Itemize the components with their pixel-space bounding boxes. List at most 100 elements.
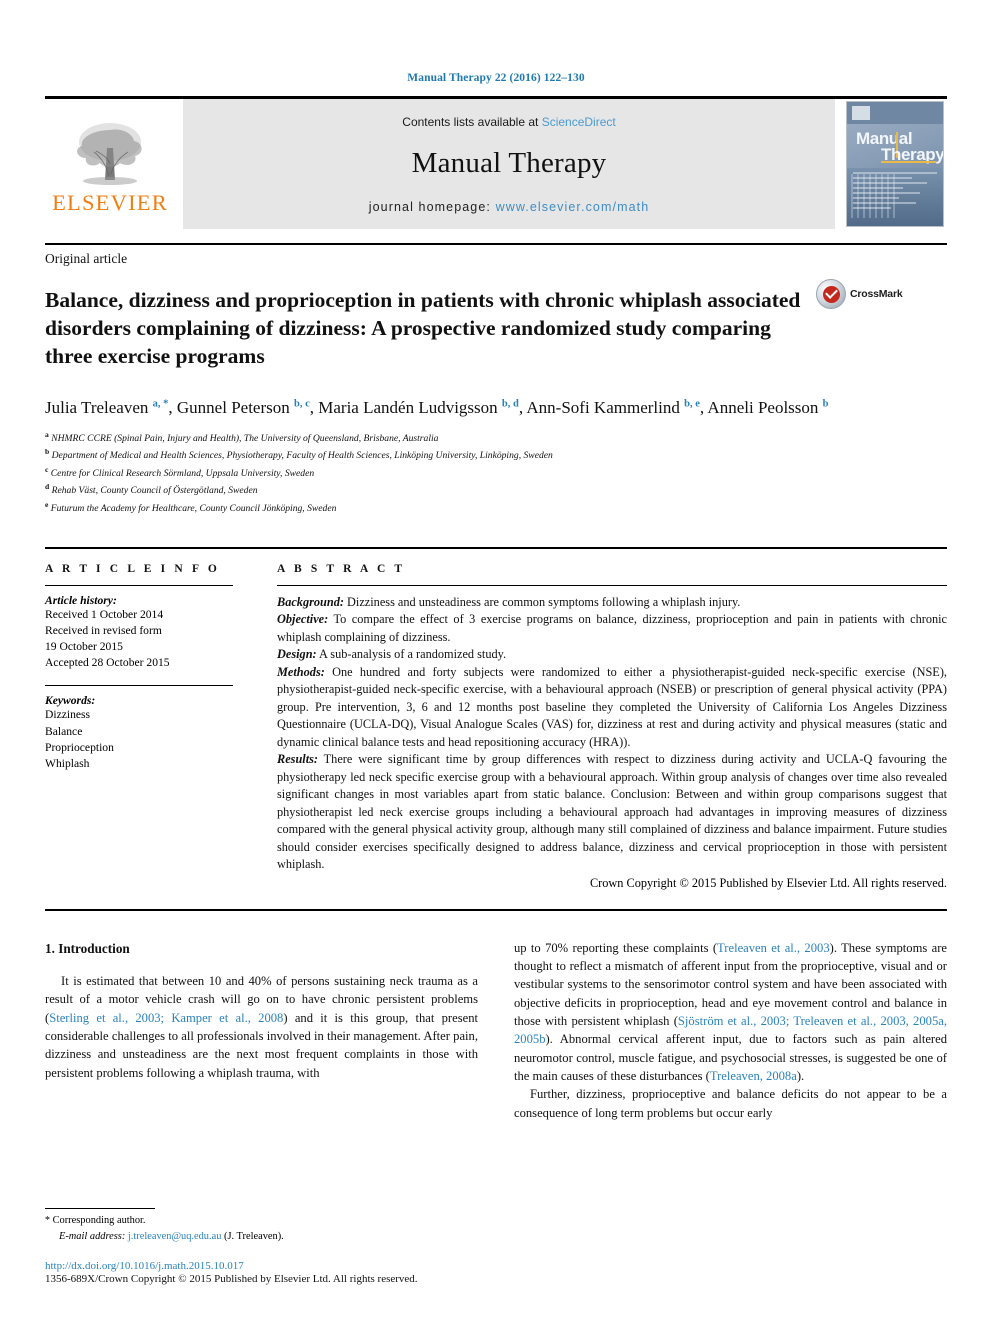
abstract-section-text: To compare the effect of 3 exercise prog… (277, 612, 947, 644)
citation-link[interactable]: Sterling et al., 2003; Kamper et al., 20… (49, 1011, 283, 1025)
article-history-lines: Received 1 October 2014 Received in revis… (45, 607, 233, 672)
author-affiliation-marker: b (822, 397, 829, 409)
article-history-line: Received in revised form (45, 623, 162, 637)
author-affiliation-marker: b, d (501, 397, 519, 409)
citation-link[interactable]: Treleaven, 2008a (710, 1069, 797, 1083)
affiliation-item: c Centre for Clinical Research Sörmland,… (45, 464, 315, 480)
citation-link[interactable]: Treleaven et al., 2003 (717, 941, 830, 955)
abstract-heading: A B S T R A C T (277, 562, 406, 575)
journal-homepage-line: journal homepage: www.elsevier.com/math (369, 200, 650, 214)
cover-elsevier-mark (852, 106, 870, 120)
journal-article-page: Manual Therapy 22 (2016) 122–130 ELSEVIE… (0, 0, 992, 1323)
crossmark-badge[interactable]: CrossMark (816, 279, 908, 309)
journal-cover-cell: Manual Therapy (843, 99, 947, 229)
elsevier-tree-icon (77, 122, 142, 185)
abstract-section: Results: There were significant time by … (277, 751, 947, 874)
email-label: E-mail address: (59, 1230, 126, 1242)
doi-link[interactable]: http://dx.doi.org/10.1016/j.math.2015.10… (45, 1260, 465, 1272)
page-title: Balance, dizziness and proprioception in… (45, 288, 801, 369)
title-row: Balance, dizziness and proprioception in… (45, 273, 947, 386)
abstract-section: Methods: One hundred and forty subjects … (277, 664, 947, 752)
article-type-bar: Original article (45, 243, 947, 267)
abstract-section: Objective: To compare the effect of 3 ex… (277, 611, 947, 646)
journal-banner: Contents lists available at ScienceDirec… (183, 99, 835, 229)
cover-accent-rule-2 (881, 161, 936, 163)
section-heading-introduction: 1. Introduction (45, 940, 130, 956)
intro-text-c: up to 70% reporting these complaints ( (514, 940, 718, 955)
affiliation-item: e Futurum the Academy for Healthcare, Co… (45, 500, 337, 515)
email-link[interactable]: j.treleaven@uq.edu.au (128, 1231, 222, 1242)
cover-text-lines (853, 172, 937, 209)
author-name: Gunnel Peterson (176, 397, 294, 417)
corresponding-text: Corresponding author. (50, 1215, 146, 1227)
intro-paragraph-1-cont: up to 70% reporting these complaints (Tr… (514, 939, 947, 1086)
corresponding-author-line: * Corresponding author. (45, 1213, 465, 1229)
affiliation-list: a NHMRC CCRE (Spinal Pain, Injury and He… (45, 429, 947, 517)
contents-available-line: Contents lists available at ScienceDirec… (402, 115, 615, 129)
footnote-block: * Corresponding author. E-mail address: … (45, 1208, 465, 1285)
article-history-label: Article history: (45, 593, 117, 607)
article-info-heading: A R T I C L E I N F O (45, 562, 220, 575)
keyword-list: Dizziness Balance Proprioception Whiplash (45, 707, 233, 772)
author-list: Julia Treleaven a, *, Gunnel Peterson b,… (45, 397, 829, 417)
abstract-section-label: Objective: (277, 612, 329, 627)
keywords-label: Keywords: (45, 694, 96, 708)
running-head: Manual Therapy 22 (2016) 122–130 (407, 72, 585, 84)
article-type: Original article (45, 251, 128, 266)
body-column-2: up to 70% reporting these complaints (Tr… (514, 939, 947, 1122)
keyword-item: Whiplash (45, 757, 90, 771)
keyword-item: Balance (45, 724, 83, 738)
article-info-column: A R T I C L E I N F O Article history: R… (45, 563, 261, 891)
contents-prefix: Contents lists available at (402, 114, 542, 129)
affiliation-item: a NHMRC CCRE (Spinal Pain, Injury and He… (45, 429, 439, 444)
abstract-section-label: Results: (277, 752, 318, 767)
crossmark-label: CrossMark (850, 288, 903, 300)
article-history-line: Received 1 October 2014 (45, 607, 164, 621)
keyword-item: Proprioception (45, 740, 114, 754)
intro-paragraph-2: Further, dizziness, proprioceptive and b… (514, 1087, 947, 1120)
author-name: Julia Treleaven (45, 397, 153, 417)
email-owner: (J. Treleaven). (221, 1230, 284, 1242)
keywords-rule (45, 685, 233, 687)
abstract-section-label: Methods: (277, 664, 325, 679)
abstract-section-text: A sub-analysis of a randomized study. (316, 647, 507, 662)
abstract-section-label: Background: (277, 594, 344, 609)
elsevier-logo: ELSEVIER (45, 99, 175, 229)
author-name: Maria Landén Ludvigsson (318, 397, 502, 417)
author-name: Anneli Peolsson (707, 397, 823, 417)
abstract-section-text: There were significant time by group dif… (277, 752, 947, 872)
abstract-section: Design: A sub-analysis of a randomized s… (277, 646, 947, 664)
homepage-prefix: journal homepage: (368, 199, 496, 214)
author-affiliation-marker: a, * (152, 397, 169, 409)
author-name: Ann-Sofi Kammerlind (526, 397, 685, 417)
elsevier-wordmark: ELSEVIER (52, 189, 168, 215)
info-abstract-block: A R T I C L E I N F O Article history: R… (45, 546, 947, 891)
email-line: E-mail address: j.treleaven@uq.edu.au (J… (45, 1229, 465, 1244)
journal-masthead: ELSEVIER Contents lists available at Sci… (45, 96, 947, 229)
crossmark-icon (816, 279, 846, 309)
abstract-column: A B S T R A C T Background: Dizziness an… (261, 563, 947, 891)
abstract-rule (277, 584, 947, 586)
affiliation-item: b Department of Medical and Health Scien… (45, 447, 553, 462)
body-separator-rule (45, 908, 947, 911)
sciencedirect-link[interactable]: ScienceDirect (542, 115, 616, 129)
abstract-section-text: Dizziness and unsteadiness are common sy… (343, 594, 741, 609)
footnote-rule (45, 1208, 155, 1210)
body-column-1: 1. Introduction It is estimated that bet… (45, 939, 478, 1122)
journal-title: Manual Therapy (411, 146, 607, 179)
journal-homepage-link[interactable]: www.elsevier.com/math (496, 200, 650, 214)
abstract-body: Background: Dizziness and unsteadiness a… (277, 594, 947, 874)
issn-copyright-line: 1356-689X/Crown Copyright © 2015 Publish… (45, 1273, 418, 1285)
author-affiliation-marker: b, e (684, 397, 700, 409)
affiliation-item: d Rehab Väst, County Council of Östergöt… (45, 482, 258, 497)
abstract-copyright: Crown Copyright © 2015 Published by Else… (589, 875, 947, 890)
article-history-line: Accepted 28 October 2015 (45, 656, 170, 670)
article-info-rule (45, 584, 233, 586)
body-columns: 1. Introduction It is estimated that bet… (45, 939, 947, 1122)
article-history-line: 19 October 2015 (45, 640, 123, 654)
abstract-section: Background: Dizziness and unsteadiness a… (277, 594, 947, 612)
abstract-section-label: Design: (277, 647, 317, 662)
keyword-item: Dizziness (45, 708, 91, 722)
intro-text-f: ). (796, 1069, 805, 1084)
abstract-section-text: One hundred and forty subjects were rand… (277, 664, 947, 749)
